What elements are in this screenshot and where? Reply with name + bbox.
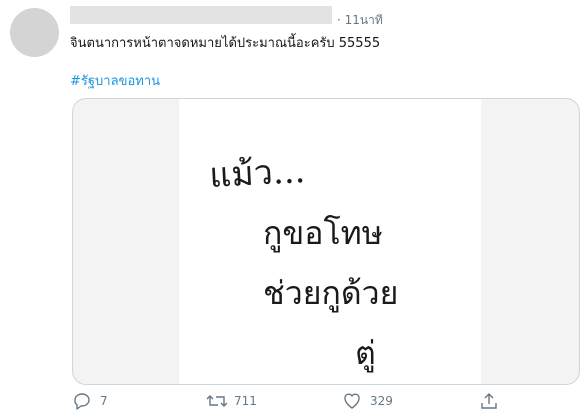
- tweet-timestamp[interactable]: · 11นาที: [337, 11, 383, 30]
- share-button[interactable]: [479, 390, 499, 412]
- reply-button[interactable]: 7: [72, 390, 108, 412]
- tweet-image[interactable]: แม้ว... กูขอโทษ ช่วยกูด้วย ตู่: [72, 98, 580, 385]
- hashtag-link[interactable]: #รัฐบาลขอทาน: [70, 70, 160, 91]
- share-icon: [479, 391, 499, 411]
- heart-icon: [342, 391, 362, 411]
- redacted-username: [70, 6, 332, 24]
- retweet-button[interactable]: 711: [206, 390, 257, 412]
- retweet-icon: [206, 391, 228, 411]
- handwriting-line-3: ช่วยกูด้วย: [263, 274, 398, 313]
- avatar[interactable]: [10, 8, 59, 57]
- like-count: 329: [370, 394, 393, 408]
- handwriting-drawing: แม้ว... กูขอโทษ ช่วยกูด้วย ตู่: [208, 151, 398, 373]
- tweet-actions: 7 711 329: [0, 390, 586, 415]
- tweet-text: จินตนาการหน้าตาจดหมายได้ประมาณนี้อะครับ …: [70, 36, 381, 51]
- handwriting-line-4: ตู่: [355, 334, 376, 373]
- reply-icon: [72, 391, 92, 411]
- retweet-count: 711: [234, 394, 257, 408]
- like-button[interactable]: 329: [342, 390, 393, 412]
- reply-count: 7: [100, 394, 108, 408]
- handwriting-line-1: แม้ว...: [208, 151, 306, 196]
- handwriting-line-2: กูขอโทษ: [263, 214, 383, 253]
